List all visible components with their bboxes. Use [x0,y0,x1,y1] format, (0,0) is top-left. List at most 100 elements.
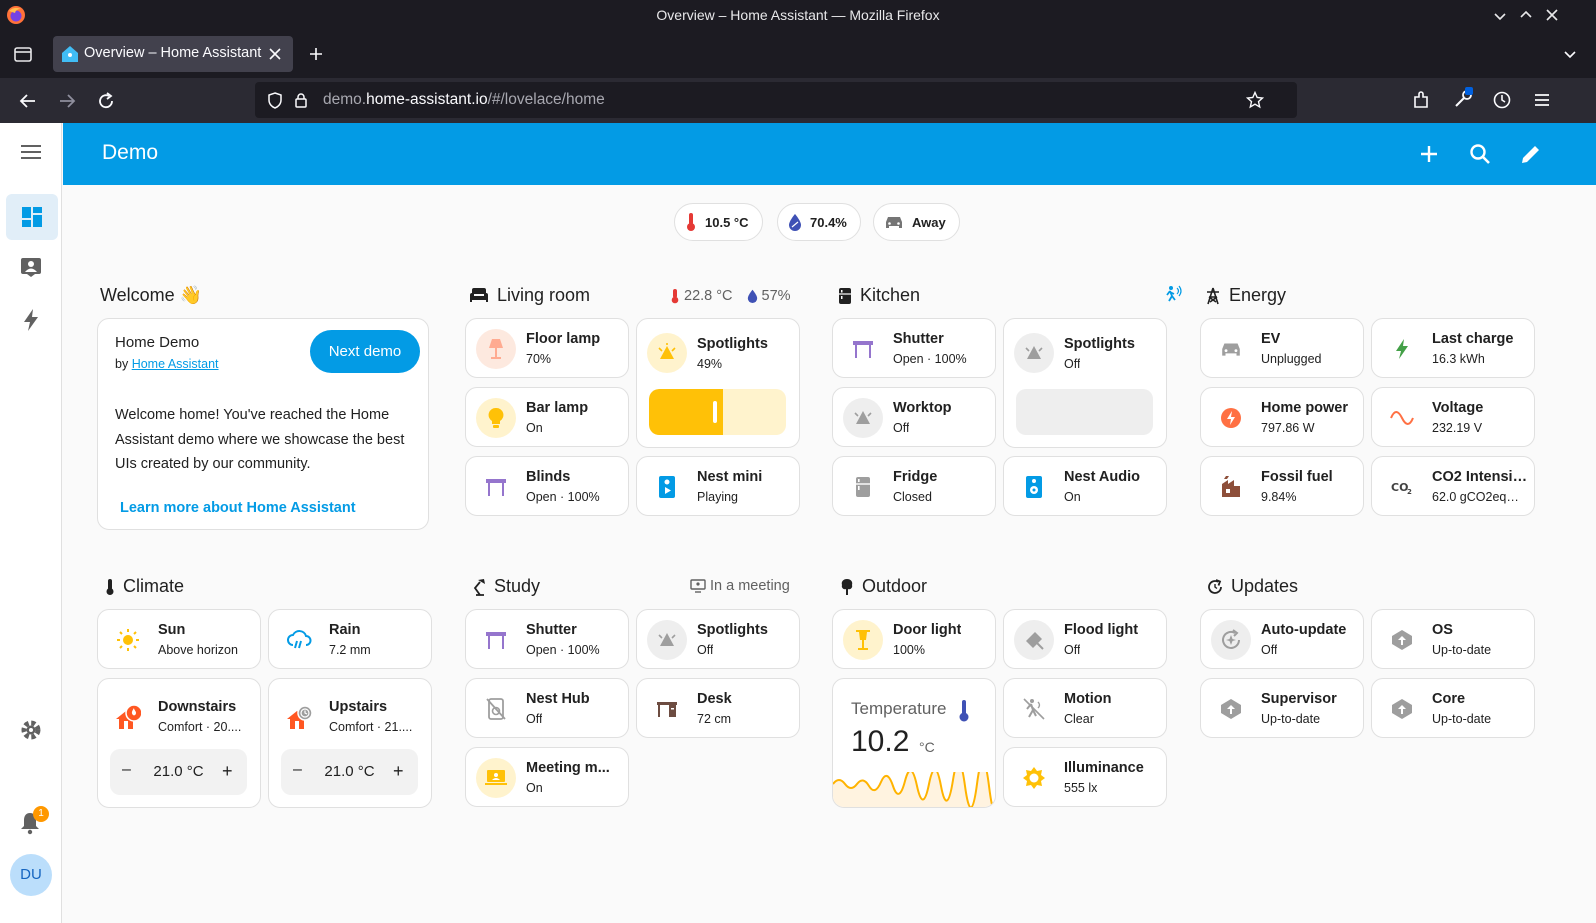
floor-lamp-icon[interactable] [476,329,516,369]
molecule-co2-icon[interactable]: CO 2 [1382,467,1422,507]
factory-icon[interactable] [1211,467,1251,507]
sine-wave-icon[interactable] [1382,398,1422,438]
list-tabs-icon[interactable] [1563,48,1577,62]
minimize-icon[interactable] [1493,9,1507,23]
bookmark-star-icon[interactable] [1246,91,1264,109]
badge-temperature[interactable]: 10.5 °C [674,203,763,241]
package-up-icon[interactable] [1382,620,1422,660]
close-window-icon[interactable] [1545,8,1559,22]
history-icon[interactable] [1492,90,1512,110]
tile-door-light[interactable]: Door light 100% [832,609,996,669]
brightness-slider[interactable] [649,389,786,435]
sidebar-menu-icon[interactable] [20,142,42,162]
tile-motion[interactable]: Motion Clear [1003,678,1167,738]
window-shutter-open-icon[interactable] [843,329,883,369]
tile-fridge[interactable]: Fridge Closed [832,456,996,516]
brightness-icon[interactable] [1014,758,1054,798]
floodlight-icon[interactable] [1014,620,1054,660]
tile-voltage[interactable]: Voltage 232.19 V [1371,387,1535,447]
tile-meeting-mode[interactable]: Meeting m... On [465,747,629,807]
sidebar-item-overview[interactable] [6,194,58,240]
sidebar-item-map-icon[interactable] [20,256,42,278]
motion-sensor-off-icon[interactable] [1014,689,1054,729]
temperature-sensor-card[interactable]: Temperature 10.2 °C [832,678,996,808]
edit-pencil-icon[interactable] [1517,140,1545,168]
tile-living-room-spotlights[interactable]: Spotlights 49% [636,318,800,448]
learn-more-link[interactable]: Learn more about Home Assistant [120,500,356,516]
tile-home-power[interactable]: Home power 797.86 W [1200,387,1364,447]
tile-kitchen-spotlights[interactable]: Spotlights Off [1003,318,1167,448]
home-thermometer-icon[interactable] [108,699,148,739]
sidebar-item-energy-icon[interactable] [22,308,40,332]
reload-icon[interactable] [96,91,116,111]
tile-nest-audio[interactable]: Nest Audio On [1003,456,1167,516]
tile-desk[interactable]: Desk 72 cm [636,678,800,738]
desk-icon[interactable] [647,689,687,729]
home-assistant-link[interactable]: Home Assistant [132,357,219,371]
tile-nest-hub[interactable]: Nest Hub Off [465,678,629,738]
password-manager-icon[interactable] [1452,86,1476,110]
sidebar-item-settings-icon[interactable] [19,718,43,742]
auto-update-icon[interactable] [1211,620,1251,660]
package-up-icon[interactable] [1211,689,1251,729]
lightning-bolt-icon[interactable] [1382,329,1422,369]
sun-icon[interactable] [108,620,148,660]
speaker-play-icon[interactable] [647,467,687,507]
menu-icon[interactable] [1533,91,1551,109]
extensions-icon[interactable] [1411,90,1431,110]
tile-worktop[interactable]: Worktop Off [832,387,996,447]
brightness-slider[interactable] [1016,389,1153,435]
back-icon[interactable] [18,91,38,111]
tile-rain[interactable]: Rain 7.2 mm [268,609,432,669]
speaker-off-icon[interactable] [476,689,516,729]
lock-icon[interactable] [294,92,308,109]
tile-core[interactable]: Core Up-to-date [1371,678,1535,738]
next-demo-button[interactable]: Next demo [310,330,420,373]
tile-study-spotlights[interactable]: Spotlights Off [636,609,800,669]
tile-supervisor[interactable]: Supervisor Up-to-date [1200,678,1364,738]
tile-study-shutter[interactable]: Shutter Open · 100% [465,609,629,669]
tile-os[interactable]: OS Up-to-date [1371,609,1535,669]
spotlight-beam-icon[interactable] [1014,333,1054,373]
forward-icon[interactable] [57,91,77,111]
spotlight-beam-icon[interactable] [647,620,687,660]
outdoor-lamp-icon[interactable] [843,620,883,660]
flash-circle-icon[interactable] [1211,398,1251,438]
home-thermometer-icon[interactable] [279,699,319,739]
increase-temperature-button[interactable]: + [222,761,233,782]
close-tab-icon[interactable] [268,47,282,61]
tile-ev[interactable]: EV Unplugged [1200,318,1364,378]
laptop-account-icon[interactable] [476,758,516,798]
sidebar-item-notifications[interactable]: 1 [18,806,49,836]
tile-fossil-fuel[interactable]: Fossil fuel 9.84% [1200,456,1364,516]
maximize-icon[interactable] [1519,8,1533,22]
tile-flood-light[interactable]: Flood light Off [1003,609,1167,669]
badge-humidity[interactable]: 70.4% [777,203,861,241]
tile-kitchen-shutter[interactable]: Shutter Open · 100% [832,318,996,378]
tile-auto-update[interactable]: Auto-update Off [1200,609,1364,669]
search-icon[interactable] [1466,140,1494,168]
window-shutter-open-icon[interactable] [476,467,516,507]
add-icon[interactable] [1415,140,1443,168]
tile-downstairs-thermostat[interactable]: Downstairs Comfort · 20.... – 21.0 °C + [97,678,261,808]
tile-illuminance[interactable]: Illuminance 555 lx [1003,747,1167,807]
tile-co2-intensity[interactable]: CO 2 CO2 Intensi… 62.0 gCO2eq… [1371,456,1535,516]
package-up-icon[interactable] [1382,689,1422,729]
lightbulb-icon[interactable] [476,398,516,438]
tile-floor-lamp[interactable]: Floor lamp 70% [465,318,629,378]
shield-icon[interactable] [267,92,283,109]
url-bar[interactable]: demo.home-assistant.io/#/lovelace/home [255,82,1297,118]
tile-last-charge[interactable]: Last charge 16.3 kWh [1371,318,1535,378]
window-shutter-open-icon[interactable] [476,620,516,660]
tab-home-assistant[interactable]: Overview – Home Assistant [53,36,293,72]
badge-presence[interactable]: Away [873,203,960,241]
spotlight-beam-icon[interactable] [843,398,883,438]
tile-upstairs-thermostat[interactable]: Upstairs Comfort · 21.... – 21.0 °C + [268,678,432,808]
speaker-icon[interactable] [1014,467,1054,507]
tab-overview-icon[interactable] [13,44,33,64]
tile-sun[interactable]: Sun Above horizon [97,609,261,669]
increase-temperature-button[interactable]: + [393,761,404,782]
tile-nest-mini[interactable]: Nest mini Playing [636,456,800,516]
tile-bar-lamp[interactable]: Bar lamp On [465,387,629,447]
brightness-slider-handle[interactable] [713,401,717,423]
